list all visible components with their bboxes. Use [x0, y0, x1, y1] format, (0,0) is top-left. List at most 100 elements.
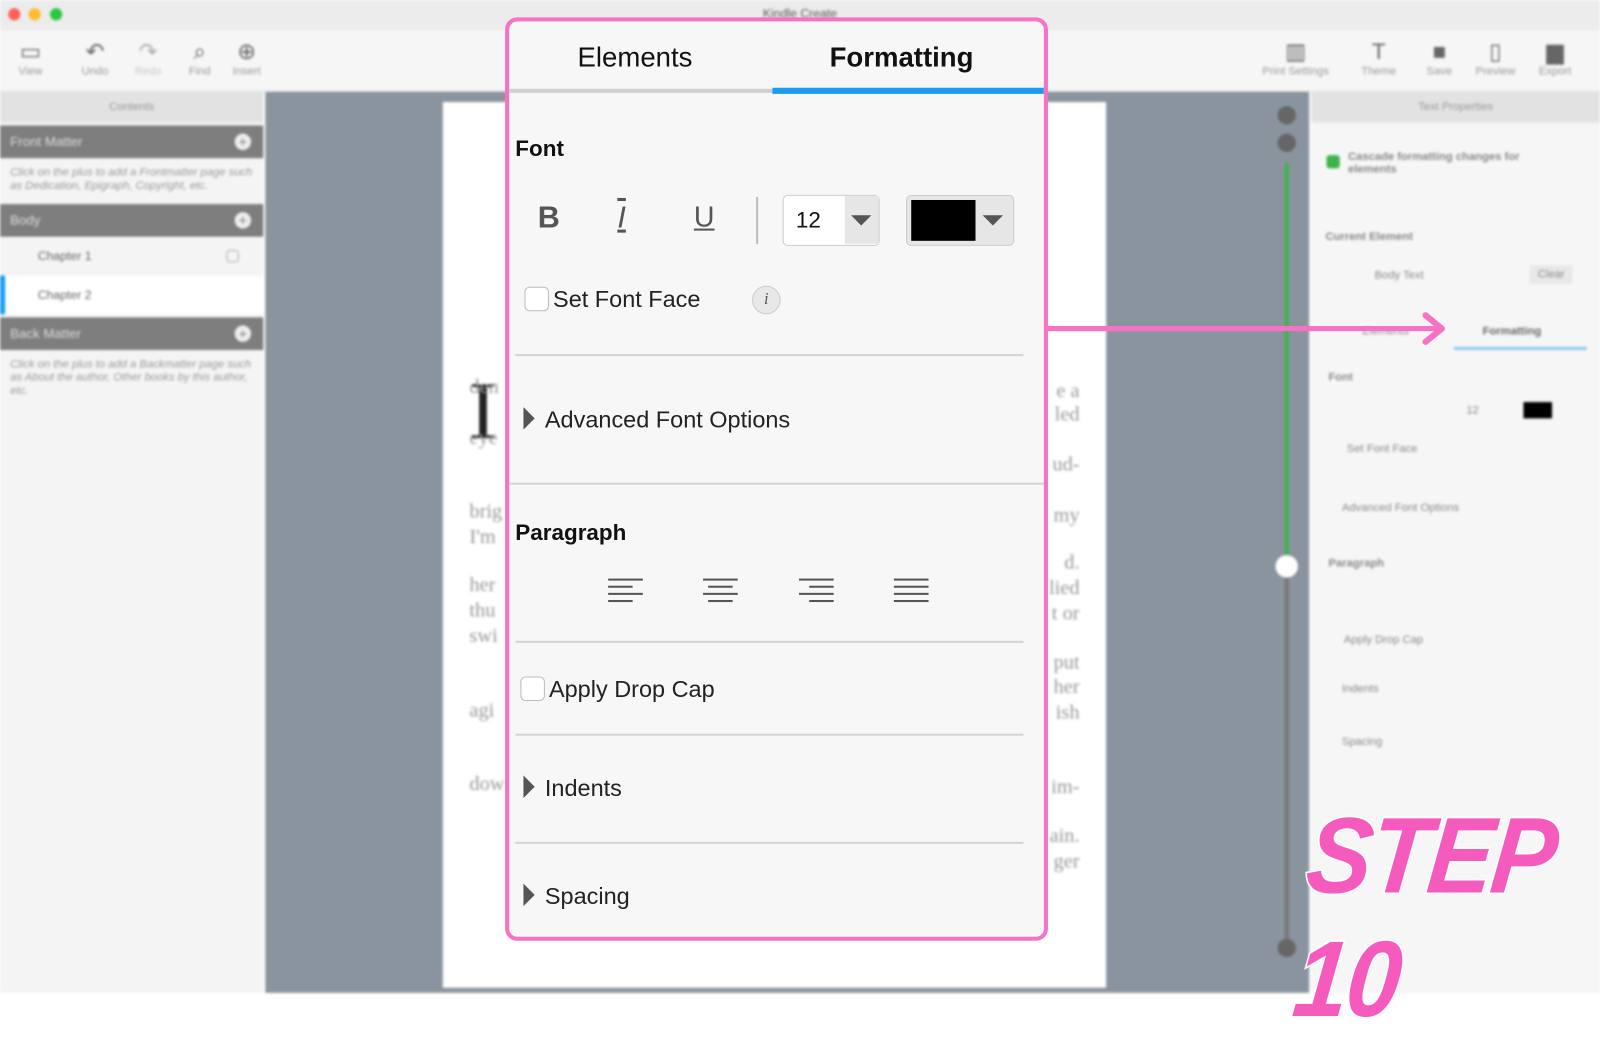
tab-elements[interactable]: Elements: [578, 42, 693, 74]
divider: [515, 640, 1024, 643]
align-left-icon[interactable]: [608, 578, 643, 610]
tab-indicator-small: [1454, 346, 1587, 350]
document-text-fragment: ain.: [1049, 824, 1080, 847]
paragraph-heading: Paragraph: [515, 519, 627, 545]
advanced-font-options-toggle[interactable]: Advanced Font Options: [545, 406, 790, 434]
front-matter-section[interactable]: Front Matter +: [0, 125, 264, 159]
export-icon: ▆: [1546, 38, 1564, 65]
add-back-matter-icon[interactable]: +: [234, 325, 252, 342]
zoom-window-button[interactable]: [49, 8, 63, 21]
align-justify-icon[interactable]: [893, 578, 929, 610]
minimize-window-button[interactable]: [28, 8, 41, 21]
plus-circle-icon: ⊕: [237, 38, 257, 65]
toolbar-divider: [756, 196, 759, 244]
disclosure-triangle-icon[interactable]: [523, 407, 535, 430]
page-slider-handle[interactable]: [1275, 555, 1298, 578]
document-text-fragment: agi: [469, 698, 495, 722]
document-text-fragment: I'm: [469, 525, 496, 548]
spacing-toggle[interactable]: Spacing: [545, 883, 630, 911]
body-section[interactable]: Body +: [0, 204, 264, 237]
sidebar-item-chapter-1[interactable]: Chapter 1: [0, 237, 263, 276]
chevron-down-icon: [851, 215, 872, 226]
tab-formatting-small[interactable]: Formatting: [1483, 326, 1542, 338]
divider: [515, 354, 1024, 357]
zoom-out-icon[interactable]: [1277, 106, 1296, 125]
current-element-value: Body Text: [1374, 269, 1424, 282]
set-font-face-checkbox[interactable]: [524, 286, 549, 312]
undo-button[interactable]: ↶ Undo: [82, 39, 109, 78]
next-page-icon[interactable]: [1277, 938, 1296, 958]
export-button[interactable]: ▆ Export: [1539, 39, 1571, 78]
back-matter-hint: Click on the plus to add a Backmatter pa…: [10, 358, 252, 397]
font-color-picker[interactable]: [906, 194, 1015, 246]
info-icon[interactable]: i: [752, 285, 781, 315]
font-color-small[interactable]: [1523, 402, 1553, 419]
contents-header[interactable]: Contents: [0, 91, 264, 123]
document-text-fragment: eye: [469, 426, 498, 449]
divider: [509, 482, 1044, 485]
clear-button[interactable]: Clear: [1529, 265, 1573, 284]
document-text-fragment: d.: [1064, 551, 1080, 574]
document-text-fragment: t or: [1051, 602, 1080, 625]
apply-drop-cap-small[interactable]: Apply Drop Cap: [1344, 634, 1423, 646]
redo-button[interactable]: ↷ Redo: [135, 39, 162, 78]
underline-button[interactable]: U: [694, 201, 715, 234]
zoom-in-icon[interactable]: [1277, 133, 1296, 153]
font-label-small: Font: [1328, 371, 1353, 384]
spacing-small[interactable]: Spacing: [1342, 736, 1383, 748]
indents-toggle[interactable]: Indents: [545, 774, 622, 802]
search-icon: ⌕: [193, 38, 206, 65]
set-font-face-small[interactable]: Set Font Face: [1347, 443, 1418, 455]
find-button[interactable]: ⌕ Find: [189, 39, 211, 78]
divider: [515, 841, 1024, 844]
disclosure-triangle-icon[interactable]: [523, 775, 535, 798]
step-label: STEP 10: [1287, 794, 1560, 1041]
align-center-icon[interactable]: [703, 578, 738, 610]
divider: [515, 733, 1024, 736]
bold-button[interactable]: B: [538, 201, 560, 236]
document-text-fragment: thu: [469, 598, 496, 622]
save-button[interactable]: ■ Save: [1427, 39, 1453, 78]
book-icon: ▥: [1285, 38, 1307, 65]
document-text-fragment: im-: [1051, 775, 1080, 798]
indents-small[interactable]: Indents: [1342, 683, 1379, 695]
document-text-fragment: her: [469, 573, 496, 596]
cascade-checkbox[interactable]: [1326, 155, 1340, 169]
disclosure-triangle-icon[interactable]: [523, 883, 535, 907]
document-text-fragment: dow: [469, 772, 505, 795]
align-right-icon[interactable]: [798, 578, 834, 610]
print-settings-button[interactable]: ▥ Print Settings: [1262, 39, 1329, 78]
font-size-select[interactable]: 12: [782, 194, 880, 246]
add-body-icon[interactable]: +: [234, 212, 252, 229]
insert-button[interactable]: ⊕ Insert: [233, 39, 261, 78]
italic-button[interactable]: I: [617, 201, 626, 236]
advanced-font-options-small[interactable]: Advanced Font Options: [1342, 502, 1459, 514]
theme-icon: T: [1371, 38, 1386, 65]
tab-formatting[interactable]: Formatting: [830, 42, 974, 74]
document-text-fragment: her: [1053, 675, 1080, 698]
view-button[interactable]: ▭ View: [18, 39, 42, 78]
pointer-arrow-icon: [1047, 312, 1445, 345]
font-heading: Font: [515, 135, 564, 162]
document-text-fragment: my: [1053, 504, 1080, 527]
chevron-down-icon: [982, 215, 1004, 226]
save-icon: ■: [1432, 38, 1447, 65]
theme-button[interactable]: T Theme: [1361, 39, 1396, 78]
document-text-fragment: brig: [469, 499, 503, 523]
apply-drop-cap-checkbox[interactable]: [520, 676, 545, 702]
apply-drop-cap-label: Apply Drop Cap: [548, 675, 715, 703]
text-properties-header: Text Properties: [1311, 91, 1600, 123]
document-text-fragment: ger: [1053, 849, 1080, 873]
back-matter-section[interactable]: Back Matter +: [0, 317, 264, 350]
chapter-options-icon[interactable]: [226, 249, 239, 263]
contents-sidebar: Contents Front Matter + Click on the plus…: [0, 91, 264, 993]
undo-icon: ↶: [85, 38, 105, 65]
preview-button[interactable]: ▯ Preview: [1475, 39, 1515, 78]
font-size-small[interactable]: 12: [1466, 404, 1479, 416]
font-size-value: 12: [795, 207, 821, 233]
sidebar-item-chapter-2[interactable]: Chapter 2: [0, 275, 264, 315]
add-front-matter-icon[interactable]: +: [234, 133, 252, 150]
close-window-button[interactable]: [8, 8, 21, 21]
document-text-fragment: ud-: [1052, 453, 1080, 476]
progress-track: [1284, 163, 1289, 567]
